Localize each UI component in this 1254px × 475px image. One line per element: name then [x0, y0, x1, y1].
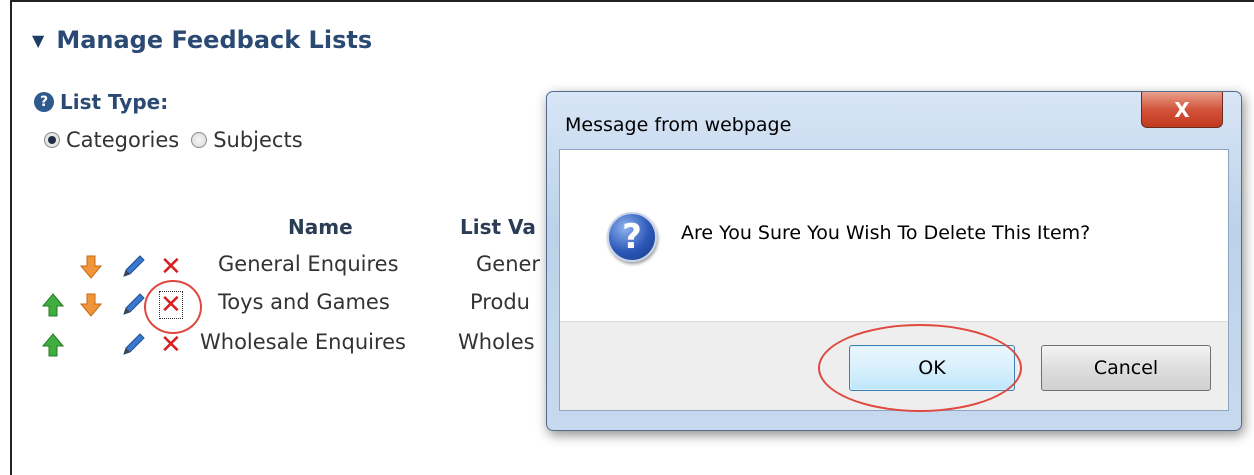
- annotation-ellipse: [818, 324, 1022, 412]
- delete-x-icon[interactable]: ✕: [160, 332, 182, 358]
- row-value: Produ: [470, 290, 530, 314]
- dialog-message: Are You Sure You Wish To Delete This Ite…: [681, 222, 1091, 244]
- pencil-icon[interactable]: [120, 252, 148, 280]
- radio-subjects[interactable]: [191, 132, 208, 148]
- collapse-triangle-icon[interactable]: ▼: [32, 31, 44, 50]
- pencil-icon[interactable]: [120, 330, 148, 358]
- row-name: Toys and Games: [218, 290, 390, 314]
- annotation-circle: [144, 280, 202, 334]
- row-name: Wholesale Enquires: [200, 330, 407, 354]
- list-type-label: List Type:: [60, 90, 169, 114]
- radio-categories[interactable]: [44, 132, 60, 148]
- question-icon: ?: [607, 212, 657, 262]
- list-type-radio-group: Categories Subjects: [44, 128, 303, 152]
- section-heading[interactable]: ▼ Manage Feedback Lists: [32, 26, 372, 54]
- radio-subjects-label[interactable]: Subjects: [213, 128, 302, 152]
- dialog-title: Message from webpage: [565, 114, 792, 136]
- list-type-label-group: ? List Type:: [34, 90, 168, 114]
- column-header-name: Name: [288, 215, 353, 239]
- dialog-close-button[interactable]: X: [1141, 92, 1223, 128]
- radio-categories-label[interactable]: Categories: [66, 128, 179, 152]
- help-icon[interactable]: ?: [34, 92, 54, 112]
- table-row: ✕ Wholesale Enquires Wholes: [0, 330, 560, 362]
- table-row: ✕ General Enquires Gener: [0, 252, 560, 284]
- cancel-button[interactable]: Cancel: [1041, 345, 1211, 391]
- row-name: General Enquires: [218, 252, 399, 276]
- arrow-up-icon[interactable]: [42, 292, 64, 318]
- arrow-down-icon[interactable]: [80, 254, 102, 280]
- row-value: Gener: [476, 252, 541, 276]
- delete-x-icon[interactable]: ✕: [160, 254, 182, 280]
- arrow-down-icon[interactable]: [80, 292, 102, 318]
- table-row: ✕ Toys and Games Produ: [0, 290, 560, 322]
- column-header-list-value: List Va: [460, 215, 536, 239]
- section-title: Manage Feedback Lists: [56, 26, 373, 54]
- arrow-up-icon[interactable]: [42, 332, 64, 358]
- row-value: Wholes: [458, 330, 535, 354]
